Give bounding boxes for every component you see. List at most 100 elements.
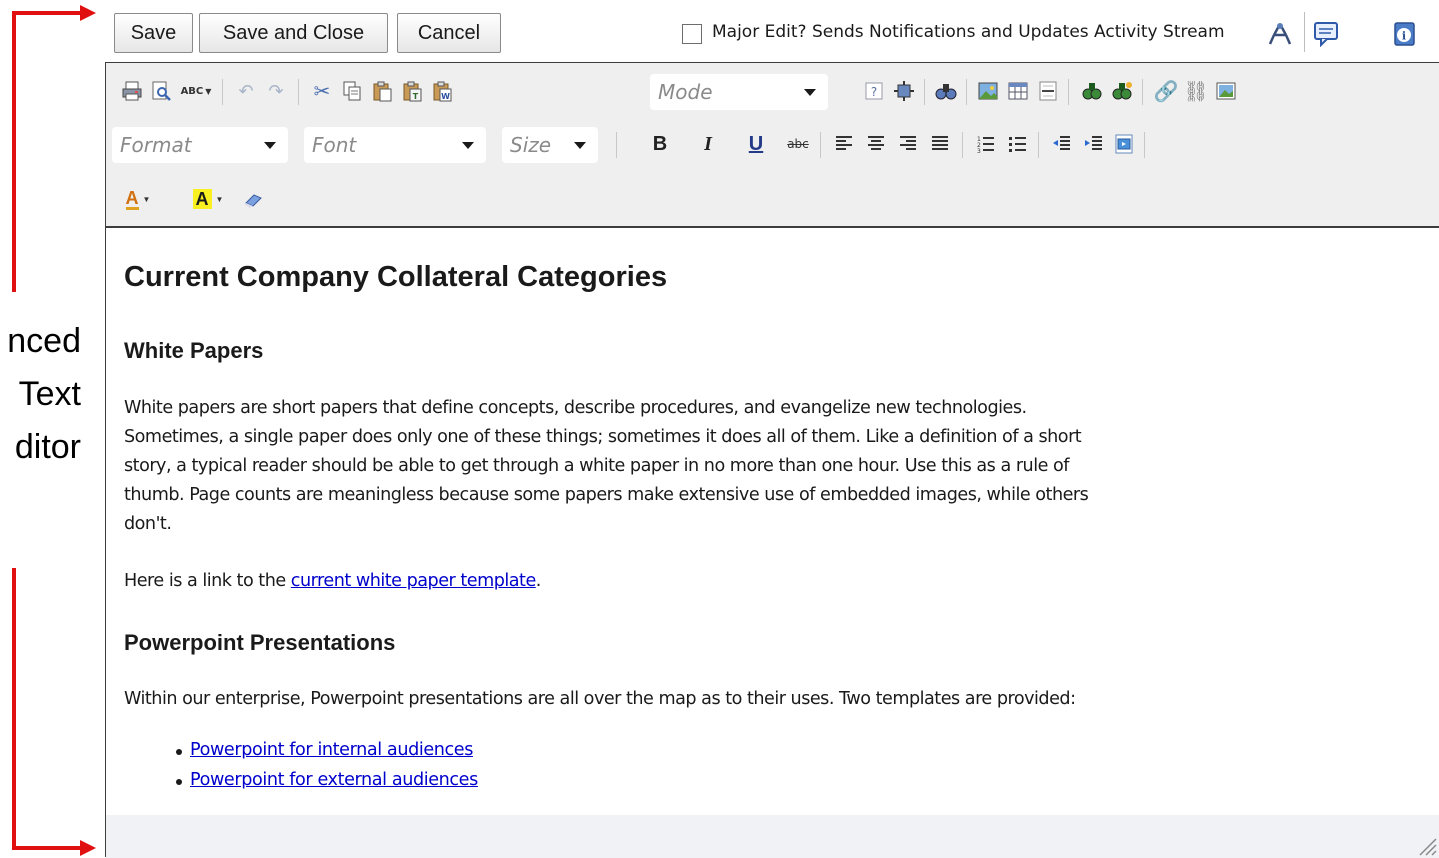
align-left-icon[interactable] — [832, 132, 856, 156]
bold-icon[interactable]: B — [648, 132, 672, 156]
toolbar-separator — [820, 132, 821, 158]
web-part-icon[interactable] — [1080, 79, 1104, 103]
italic-icon[interactable]: I — [696, 132, 720, 156]
annotation-arrow-bottom-line — [12, 846, 82, 850]
annotation-line-1: nced — [7, 322, 81, 360]
link-suffix: . — [535, 571, 542, 591]
editor-content[interactable]: Current Company Collateral Categories Wh… — [106, 228, 1439, 815]
comment-icon[interactable] — [1313, 20, 1341, 48]
save-and-close-button[interactable]: Save and Close — [199, 13, 388, 53]
web-part-add-icon[interactable] — [1110, 79, 1134, 103]
size-select[interactable]: Size — [502, 127, 598, 163]
mode-select[interactable]: Mode — [650, 74, 828, 110]
white-papers-paragraph: White papers are short papers that defin… — [124, 394, 1424, 539]
toolbar-separator — [966, 79, 967, 105]
mode-select-label: Mode — [658, 80, 713, 104]
paragraph-line: story, a typical reader should be able t… — [124, 456, 1069, 476]
toolbar-separator — [924, 79, 925, 105]
align-right-icon[interactable] — [896, 132, 920, 156]
numbered-list-icon[interactable]: 123 — [974, 132, 998, 156]
powerpoint-internal-link[interactable]: Powerpoint for internal audiences — [190, 740, 473, 760]
font-select-label: Font — [312, 133, 357, 157]
annotation-bracket-bottom — [12, 568, 16, 850]
toolbar-separator — [616, 132, 617, 158]
highlight-color-icon[interactable]: A ▼ — [188, 187, 228, 211]
annotation-arrow-top-line — [12, 11, 82, 15]
link-icon[interactable]: 🔗 — [1154, 79, 1179, 103]
find-icon[interactable] — [934, 79, 958, 103]
paragraph-line: don't. — [124, 514, 172, 534]
white-paper-template-link[interactable]: current white paper template — [291, 571, 537, 591]
toolbar-row-1: ABC ▼ ↶ ↷ ✂ T W Mode ? 🔗 ⛓ — [116, 73, 1426, 110]
align-justify-icon[interactable] — [928, 132, 952, 156]
editor-toolbar: ABC ▼ ↶ ↷ ✂ T W Mode ? 🔗 ⛓ Format Font S… — [106, 63, 1439, 228]
resize-grip-icon[interactable] — [1415, 834, 1437, 856]
chevron-down-icon — [264, 142, 276, 149]
spellcheck-icon[interactable]: ABC ▼ — [178, 79, 214, 103]
eraser-icon[interactable] — [242, 187, 266, 211]
toolbar-row-3: A ▼ A ▼ — [116, 181, 1426, 217]
powerpoint-external-link[interactable]: Powerpoint for external audiences — [190, 770, 478, 790]
annotation-bracket-top — [12, 11, 16, 292]
toolbar-separator — [1144, 132, 1145, 158]
annotation-arrow-bottom-head — [80, 840, 96, 856]
underline-icon[interactable]: U — [744, 132, 768, 156]
bulleted-list-icon[interactable] — [1006, 132, 1030, 156]
top-action-bar: Save Save and Close Cancel Major Edit? S… — [105, 0, 1439, 62]
format-select-label: Format — [120, 133, 192, 157]
svg-text:3: 3 — [977, 148, 981, 154]
info-icon[interactable]: i — [1390, 20, 1418, 48]
font-select[interactable]: Font — [304, 127, 486, 163]
image-icon[interactable] — [976, 79, 1000, 103]
toolbar-separator — [1038, 132, 1039, 158]
paste-word-icon[interactable]: W — [430, 79, 454, 103]
link-prefix: Here is a link to the — [124, 571, 291, 591]
toolbar-separator — [1142, 79, 1143, 105]
print-icon[interactable] — [120, 79, 144, 103]
undo-icon[interactable]: ↶ — [234, 79, 258, 103]
rich-text-editor: ABC ▼ ↶ ↷ ✂ T W Mode ? 🔗 ⛓ Format Font S… — [105, 62, 1439, 858]
insert-media-icon[interactable] — [1214, 79, 1238, 103]
format-select[interactable]: Format — [112, 127, 288, 163]
svg-text:i: i — [1402, 30, 1406, 43]
indent-icon[interactable] — [1082, 132, 1106, 156]
block-quote-icon[interactable] — [1112, 132, 1136, 156]
horizontal-rule-icon[interactable] — [1036, 79, 1060, 103]
people-icon[interactable] — [1266, 20, 1294, 48]
text-color-icon[interactable]: A ▼ — [120, 187, 156, 211]
cancel-button[interactable]: Cancel — [397, 13, 501, 53]
major-edit-label: Major Edit? Sends Notifications and Upda… — [712, 22, 1225, 42]
annotation-arrow-top-head — [80, 5, 96, 21]
section-heading-powerpoint: Powerpoint Presentations — [124, 630, 396, 655]
unlink-icon[interactable]: ⛓ — [1183, 79, 1208, 103]
toolbar-separator — [298, 79, 299, 105]
help-icon[interactable]: ? — [862, 79, 886, 103]
maximize-icon[interactable] — [892, 79, 916, 103]
svg-text:?: ? — [871, 85, 877, 99]
editor-status-bar — [106, 815, 1439, 858]
paste-text-icon[interactable]: T — [400, 79, 424, 103]
toolbar-separator — [222, 79, 223, 105]
paragraph-line: Sometimes, a single paper does only one … — [124, 427, 1082, 447]
cut-icon[interactable]: ✂ — [310, 79, 334, 103]
paste-icon[interactable] — [370, 79, 394, 103]
table-icon[interactable] — [1006, 79, 1030, 103]
size-select-label: Size — [510, 133, 552, 157]
redo-icon[interactable]: ↷ — [264, 79, 288, 103]
toolbar-separator — [1068, 79, 1069, 105]
toolbar-separator — [962, 132, 963, 158]
paragraph-line: White papers are short papers that defin… — [124, 398, 1027, 418]
page-title: Current Company Collateral Categories — [124, 261, 668, 293]
powerpoint-paragraph: Within our enterprise, Powerpoint presen… — [124, 689, 1076, 709]
preview-icon[interactable] — [149, 79, 173, 103]
save-button[interactable]: Save — [114, 13, 193, 53]
list-item: Powerpoint for external audiences — [176, 770, 478, 790]
major-edit-checkbox[interactable] — [682, 24, 702, 44]
copy-icon[interactable] — [340, 79, 364, 103]
outdent-icon[interactable] — [1050, 132, 1074, 156]
strikethrough-icon[interactable]: abc — [786, 132, 810, 156]
align-center-icon[interactable] — [864, 132, 888, 156]
chevron-down-icon — [574, 142, 586, 149]
svg-text:T: T — [413, 92, 419, 101]
list-item: Powerpoint for internal audiences — [176, 740, 473, 760]
